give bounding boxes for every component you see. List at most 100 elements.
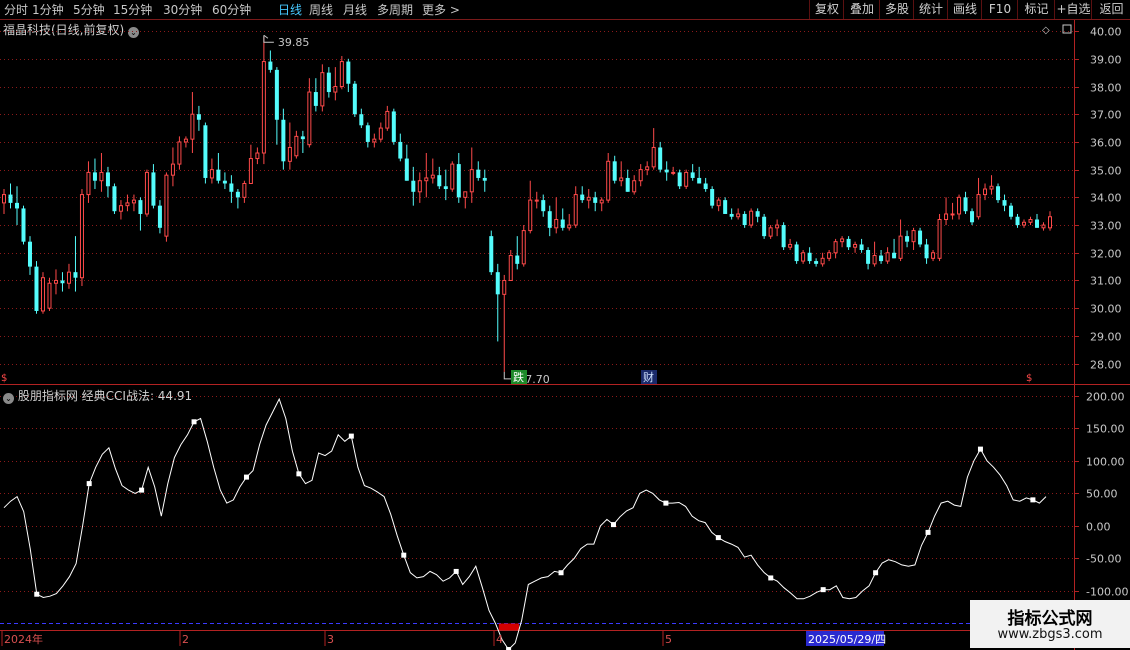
candle-body xyxy=(989,185,994,190)
indicator-title[interactable]: ⌄ 股朋指标网 经典CCI战法: 44.91 xyxy=(3,387,192,404)
candle-body xyxy=(547,211,552,228)
cci-node xyxy=(139,487,145,493)
candle-body xyxy=(1035,219,1040,228)
candle-body xyxy=(866,249,871,264)
candle-body xyxy=(385,110,390,129)
candle-body xyxy=(593,197,598,203)
candle-body xyxy=(482,177,487,181)
cci-node xyxy=(610,522,616,528)
candle-body xyxy=(8,194,13,203)
candle-body xyxy=(606,160,611,201)
cci-node xyxy=(243,474,249,480)
cursor-date-label: 2025/05/29/四 xyxy=(808,633,886,646)
candle-body xyxy=(749,210,754,226)
candle-body xyxy=(53,279,58,284)
candle-body xyxy=(86,171,91,196)
price-tick-label: 39.00 xyxy=(1090,54,1122,67)
candle-body xyxy=(190,113,195,140)
candle-body xyxy=(203,125,208,178)
candle-body xyxy=(248,158,253,184)
candle-body xyxy=(638,169,643,182)
candle-body xyxy=(983,188,988,196)
price-tick-label: 36.00 xyxy=(1090,137,1122,150)
candle-body xyxy=(612,161,617,181)
candle-body xyxy=(976,194,981,218)
candle-body xyxy=(684,171,689,187)
cci-node xyxy=(453,568,459,574)
candle-body xyxy=(391,111,396,142)
candle-body xyxy=(469,169,474,193)
candle-body xyxy=(807,252,812,262)
candle-body xyxy=(294,135,299,157)
candle-body xyxy=(352,83,357,115)
candle-body xyxy=(281,119,286,162)
candle-body xyxy=(872,255,877,265)
candle-body xyxy=(645,166,650,171)
candle-body xyxy=(274,69,279,120)
candle-body xyxy=(66,271,71,284)
candle-body xyxy=(235,191,240,198)
candle-body xyxy=(632,180,637,193)
event-marker-die: 跌 xyxy=(513,370,524,384)
kline-chart[interactable]: 40.0039.0038.0037.0036.0035.0034.0033.00… xyxy=(0,0,1130,650)
time-label: 2024年 xyxy=(4,632,43,646)
candle-body xyxy=(1002,200,1007,206)
candle-body xyxy=(755,211,760,217)
candle-body xyxy=(905,236,910,242)
candle-body xyxy=(404,158,409,181)
candle-body xyxy=(515,255,520,264)
candle-body xyxy=(729,213,734,217)
watermark-title: 指标公式网 xyxy=(1007,609,1093,629)
candle-body xyxy=(1009,205,1014,217)
price-tick-label: 38.00 xyxy=(1090,82,1122,95)
candle-body xyxy=(144,171,149,215)
dividend-marker-right: $ xyxy=(1026,373,1032,384)
candle-body xyxy=(970,211,975,223)
candle-body xyxy=(242,182,247,198)
time-label: 4 xyxy=(496,633,503,646)
candle-body xyxy=(1022,221,1027,226)
candle-body xyxy=(450,163,455,190)
candle-body xyxy=(229,183,234,192)
cci-tick-label: 100.00 xyxy=(1086,456,1125,469)
candle-body xyxy=(92,172,97,181)
cci-signal-bar xyxy=(505,623,513,630)
candle-body xyxy=(567,224,572,229)
cci-node xyxy=(925,529,931,535)
candle-body xyxy=(261,61,266,154)
candle-body xyxy=(508,255,513,281)
candle-body xyxy=(99,171,104,182)
candle-body xyxy=(34,266,39,311)
cci-node xyxy=(296,471,302,477)
candle-body xyxy=(196,114,201,120)
cci-node xyxy=(401,552,407,558)
candle-body xyxy=(424,177,429,182)
cci-tick-label: 0.00 xyxy=(1086,521,1111,534)
candle-body xyxy=(359,114,364,126)
candle-body xyxy=(372,138,377,143)
chevron-down-icon[interactable]: ⌄ xyxy=(3,393,14,404)
high-marker-arrow xyxy=(263,34,269,39)
candle-body xyxy=(320,72,325,107)
candle-body xyxy=(1015,216,1020,226)
candle-body xyxy=(1048,216,1052,229)
candle-body xyxy=(521,230,526,265)
candle-body xyxy=(937,219,942,259)
candle-body xyxy=(690,172,695,178)
candle-body xyxy=(346,61,351,84)
diamond-icon: ◇ xyxy=(1042,25,1050,36)
cci-node xyxy=(820,587,826,593)
candle-body xyxy=(502,279,507,295)
event-marker-cai: 财 xyxy=(643,370,654,384)
candle-body xyxy=(794,244,799,262)
cci-node xyxy=(715,535,721,541)
candle-body xyxy=(560,219,565,228)
candle-body xyxy=(164,174,169,237)
cci-tick-label: -50.00 xyxy=(1086,553,1121,566)
candle-body xyxy=(79,194,84,279)
candle-body xyxy=(333,86,338,93)
candle-body xyxy=(742,213,747,226)
candle-body xyxy=(489,236,494,273)
candle-body xyxy=(105,172,110,187)
cci-node xyxy=(558,570,564,576)
